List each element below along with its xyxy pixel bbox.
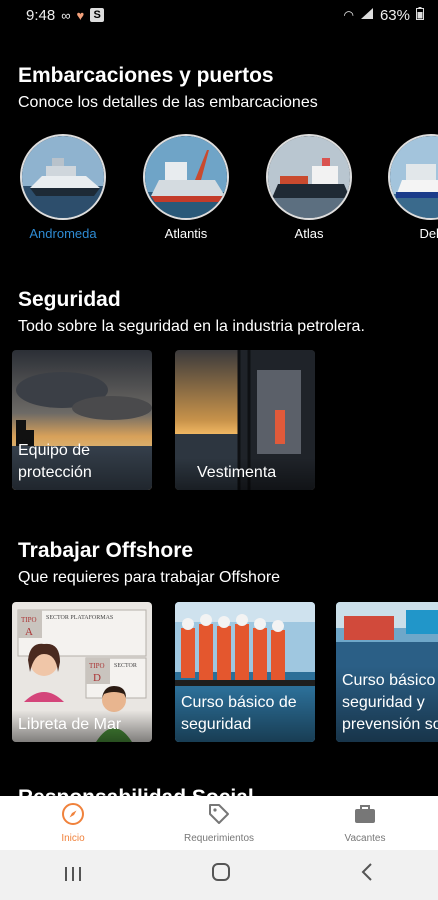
nav-vacantes[interactable]: Vacantes	[292, 796, 438, 850]
card-vestimenta[interactable]: Vestimenta	[175, 350, 315, 490]
wifi-icon: ◠	[343, 8, 354, 22]
battery-icon	[416, 6, 424, 24]
clock: 9:48	[26, 6, 56, 24]
card-curso-basico-prevension[interactable]: Curso básico de seguridad y prevensión s…	[336, 602, 438, 742]
vessel-atlantis-label[interactable]: Atlantis	[136, 226, 236, 241]
card-art-text: TIPO	[21, 616, 37, 624]
section-title-embarcaciones: Embarcaciones y puertos	[18, 64, 274, 87]
card-equipo-proteccion[interactable]: Equipo de protección	[12, 350, 152, 490]
nav-requerimientos[interactable]: Requerimientos	[146, 796, 292, 850]
system-nav-bar	[0, 850, 438, 900]
compass-icon	[61, 802, 85, 829]
vessel-atlantis-image[interactable]	[143, 134, 229, 220]
tag-icon	[207, 802, 231, 829]
status-right: ◠ 63%	[343, 6, 424, 24]
card-label: Vestimenta	[175, 458, 315, 490]
section-title-offshore: Trabajar Offshore	[18, 539, 194, 562]
nav-label: Vacantes	[344, 833, 386, 844]
battery-percent: 63%	[379, 6, 410, 24]
vessel-delta-image[interactable]	[388, 134, 438, 220]
section-subtitle-seguridad: Todo sobre la seguridad en la industria …	[18, 318, 365, 335]
card-curso-basico[interactable]: Curso básico de seguridad	[175, 602, 315, 742]
recent-apps-icon[interactable]	[64, 862, 82, 888]
section-title-seguridad: Seguridad	[18, 288, 121, 311]
voicemail-icon: ∞	[61, 7, 71, 23]
card-art-text: SECTOR PLATAFORMAS	[46, 615, 113, 621]
card-art-text: SECTOR	[114, 663, 137, 669]
card-label: Curso básico de seguridad y prevensión s…	[336, 666, 438, 742]
status-bar: 9:48 ∞ ♥ S ◠ 63%	[0, 0, 438, 30]
card-art-text: A	[25, 626, 33, 638]
vessel-atlas-image[interactable]	[266, 134, 352, 220]
vessel-delta-label[interactable]: Delt	[381, 226, 438, 241]
nav-label: Inicio	[61, 833, 85, 844]
nav-inicio[interactable]: Inicio	[0, 796, 146, 850]
card-libreta-de-mar[interactable]: TIPO A SECTOR PLATAFORMAS TIPO D SECTOR …	[12, 602, 152, 742]
vessel-andromeda-label[interactable]: Andromeda	[13, 226, 113, 241]
main-scroll[interactable]: Embarcaciones y puertos Conoce los detal…	[0, 30, 438, 796]
nav-label: Requerimientos	[183, 833, 255, 844]
home-icon[interactable]	[211, 862, 231, 888]
card-label: Curso básico de seguridad	[175, 688, 315, 742]
heart-icon: ♥	[76, 7, 85, 23]
card-label: Libreta de Mar	[12, 710, 152, 742]
card-art-text: D	[93, 672, 101, 684]
s-app-icon: S	[90, 8, 105, 22]
briefcase-icon	[353, 802, 377, 829]
card-label: Equipo de protección	[12, 436, 152, 490]
vessel-andromeda-image[interactable]	[20, 134, 106, 220]
card-art-text: TIPO	[89, 662, 105, 670]
status-left: 9:48 ∞ ♥ S	[26, 6, 105, 24]
signal-icon	[360, 7, 374, 24]
section-subtitle-embarcaciones: Conoce los detalles de las embarcaciones	[18, 94, 318, 111]
section-subtitle-offshore: Que requieres para trabajar Offshore	[18, 569, 281, 586]
bottom-nav: Inicio Requerimientos Vacantes	[0, 796, 438, 850]
vessel-atlas-label[interactable]: Atlas	[259, 226, 359, 241]
section-title-responsabilidad: Responsabilidad Social	[18, 786, 254, 796]
back-icon[interactable]	[360, 862, 374, 888]
